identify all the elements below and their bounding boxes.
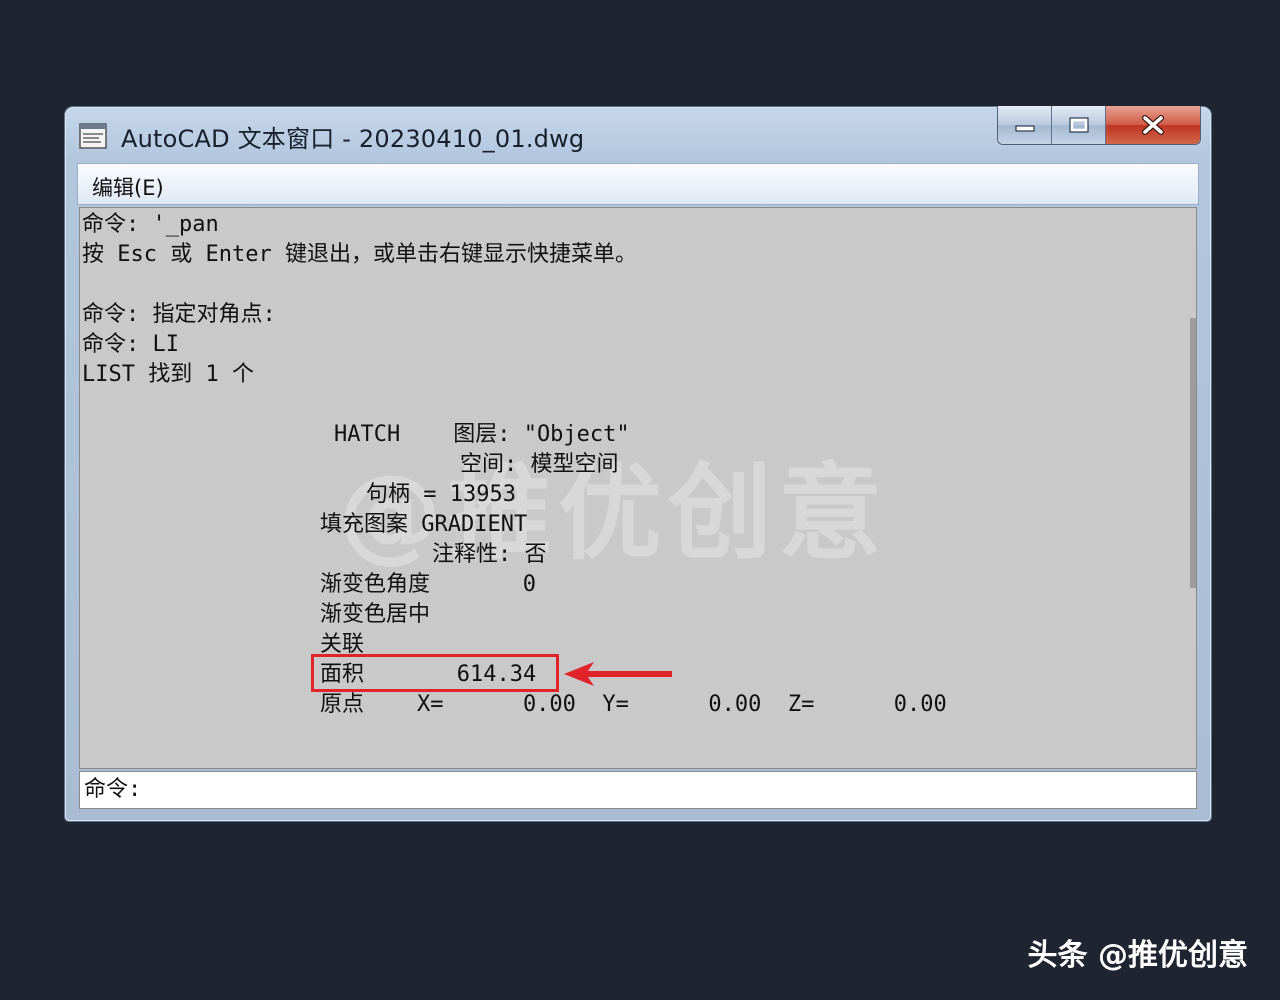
list-annotative: 注释性: 否: [432, 542, 547, 567]
list-hatch-layer: HATCH 图层: "Object": [334, 422, 630, 447]
list-gradient-center: 渐变色居中: [320, 602, 431, 627]
list-origin: 原点 X= 0.00 Y= 0.00 Z= 0.00: [320, 692, 947, 717]
scrollbar-thumb[interactable]: [1190, 318, 1196, 588]
history-line: 命令: LI: [82, 332, 179, 357]
list-pattern: 填充图案 GRADIENT: [320, 512, 528, 537]
footer-credit: 头条 @推优创意: [1027, 938, 1248, 973]
command-prompt: 命令:: [84, 777, 142, 802]
minimize-icon: [1014, 125, 1035, 132]
window-controls: [997, 106, 1201, 145]
command-history[interactable]: @推优创意 命令: '_pan 按 Esc 或 Enter 键退出，或单击右键显…: [79, 207, 1197, 769]
maximize-icon: [1068, 117, 1089, 133]
close-icon: [1142, 115, 1164, 135]
history-line: 命令: '_pan: [82, 212, 219, 237]
list-handle: 句柄 = 13953: [366, 482, 516, 507]
menu-edit[interactable]: 编辑(E): [92, 172, 164, 202]
command-line[interactable]: 命令:: [79, 771, 1197, 809]
red-arrow-icon: [564, 662, 672, 686]
list-space: 空间: 模型空间: [460, 452, 619, 477]
text-window: AutoCAD 文本窗口 - 20230410_01.dwg 编辑(E) @推优…: [64, 106, 1212, 822]
history-line: 命令: 指定对角点:: [82, 302, 276, 327]
area-highlight-box: [311, 654, 559, 692]
history-line: LIST 找到 1 个: [82, 362, 254, 387]
maximize-button[interactable]: [1052, 106, 1106, 144]
history-line: 按 Esc 或 Enter 键退出，或单击右键显示快捷菜单。: [82, 242, 637, 267]
close-button[interactable]: [1106, 106, 1200, 144]
autocad-text-window-icon: [79, 123, 107, 149]
list-gradient-angle: 渐变色角度 0: [320, 572, 536, 597]
minimize-button[interactable]: [998, 106, 1052, 144]
menu-bar: 编辑(E): [77, 163, 1199, 205]
window-title: AutoCAD 文本窗口 - 20230410_01.dwg: [121, 125, 585, 153]
title-bar[interactable]: AutoCAD 文本窗口 - 20230410_01.dwg: [65, 106, 1211, 161]
